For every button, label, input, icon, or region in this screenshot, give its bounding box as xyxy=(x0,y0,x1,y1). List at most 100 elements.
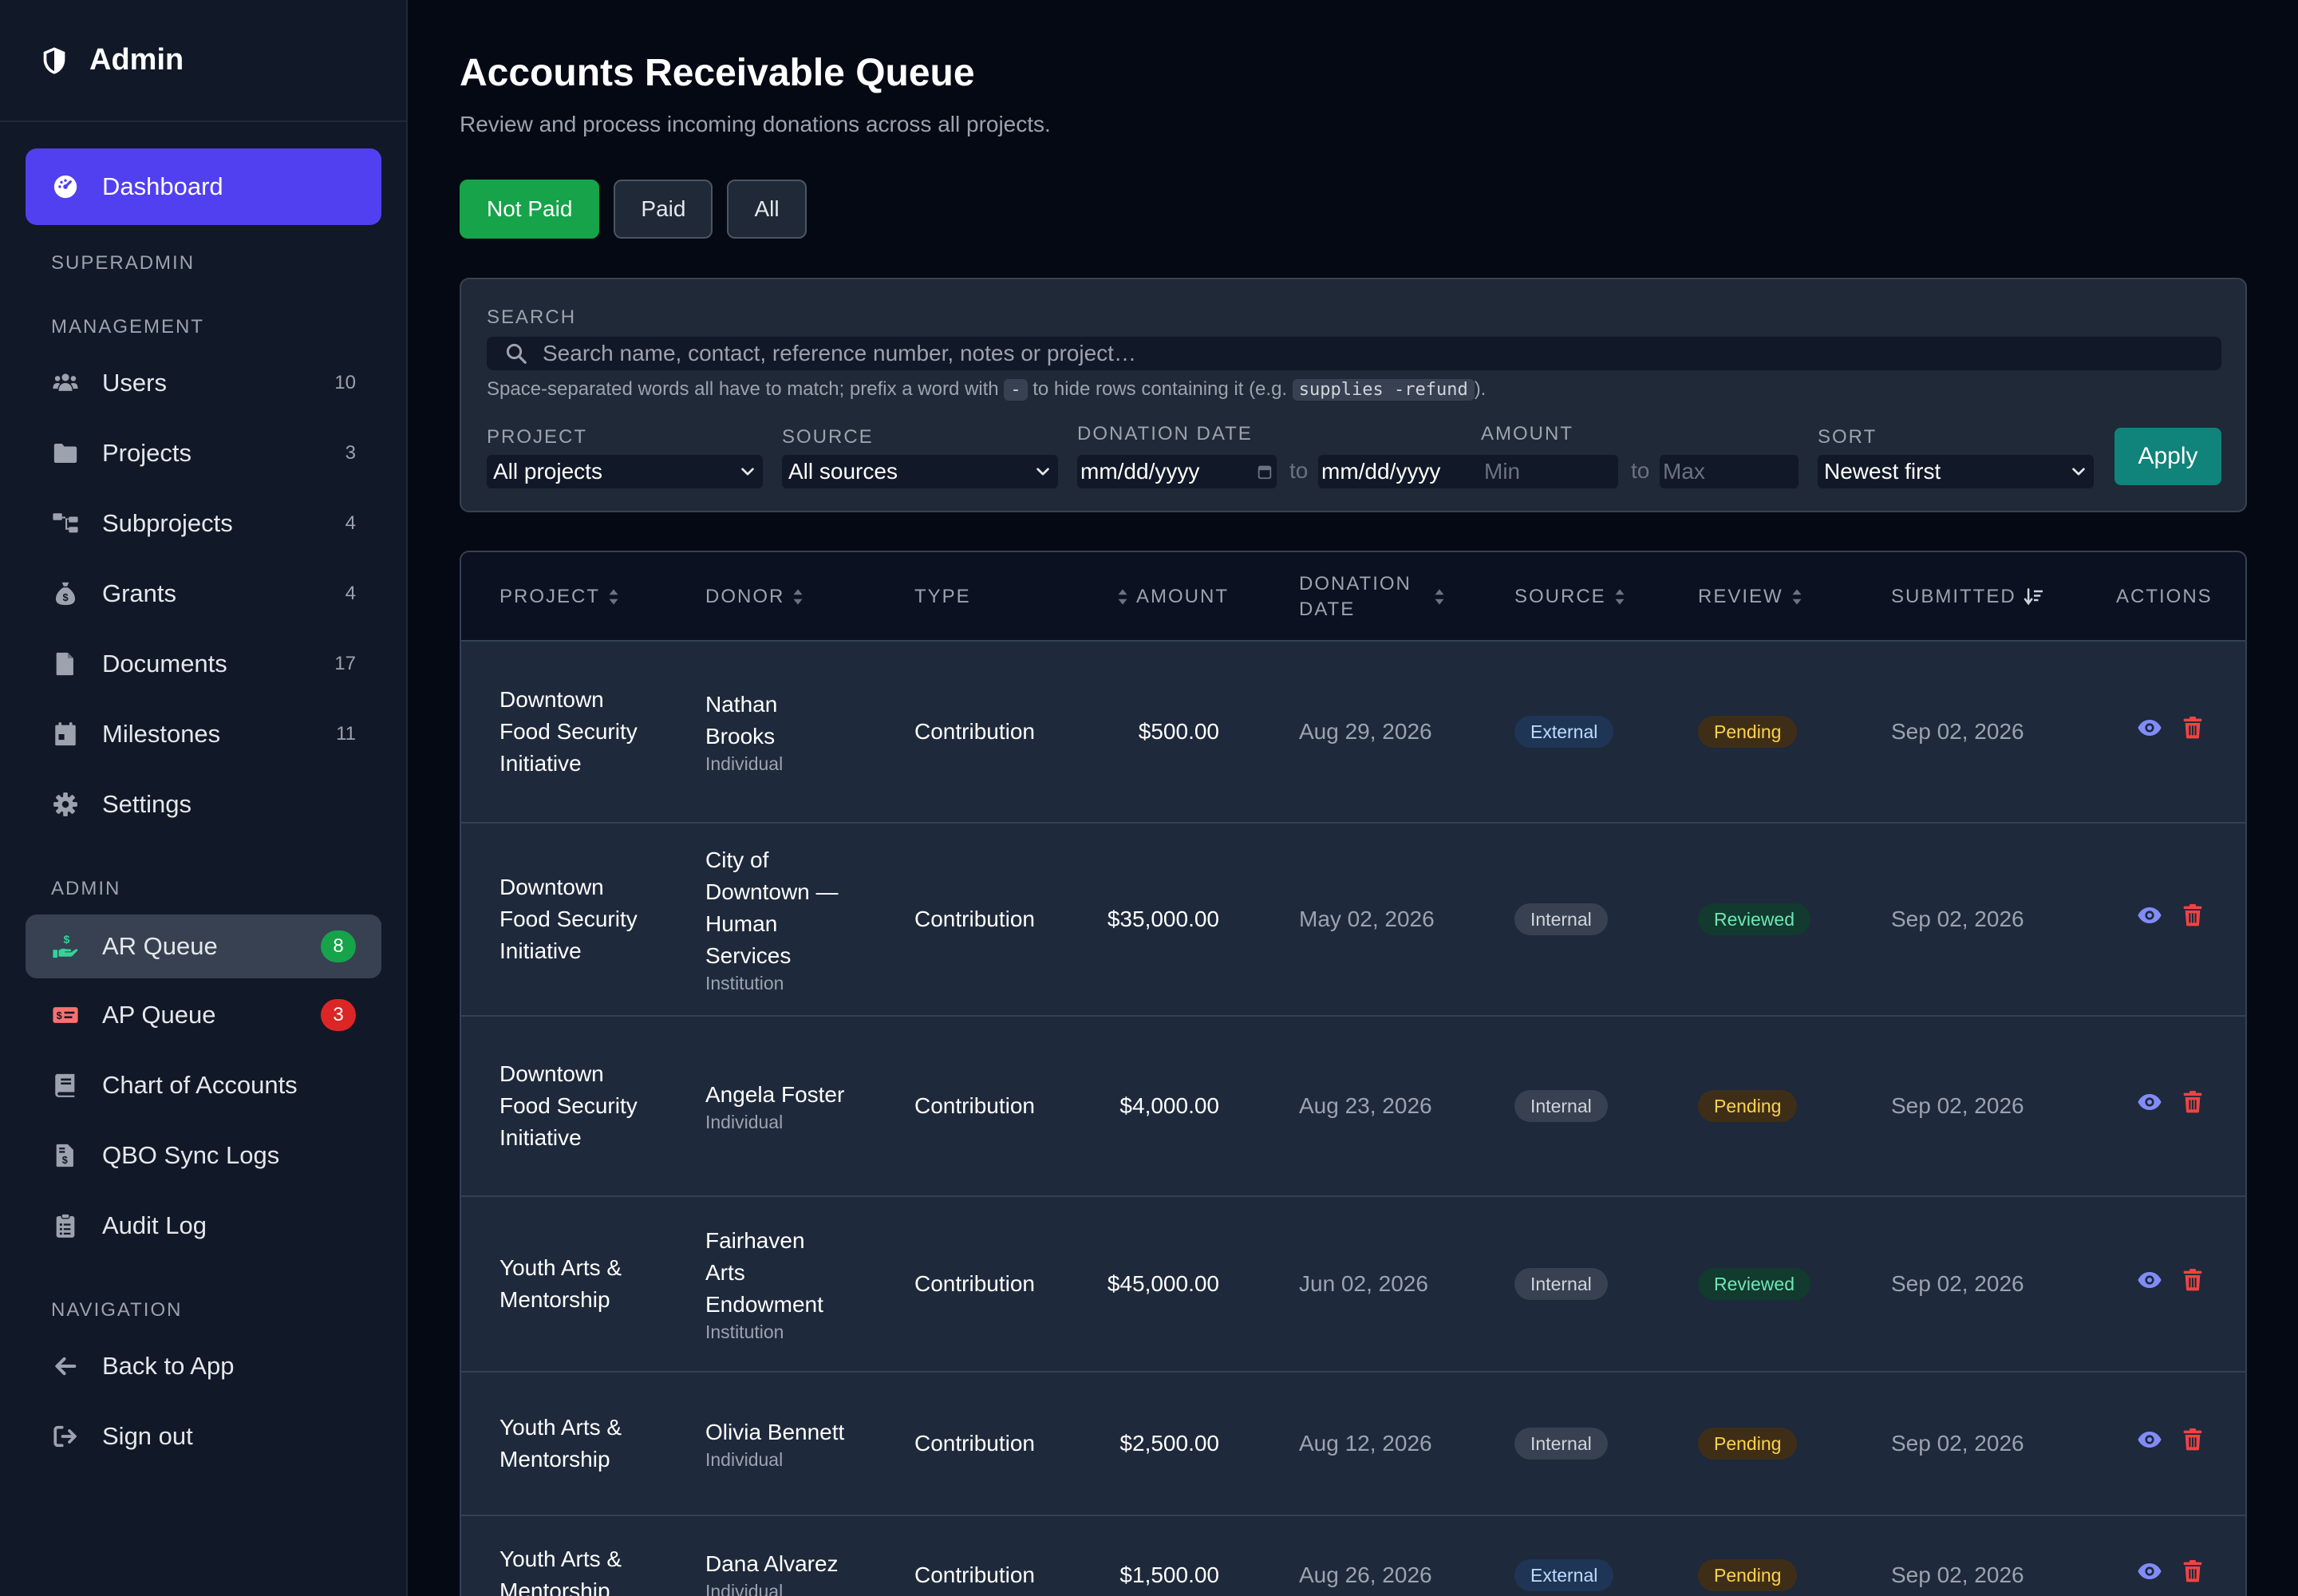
sidebar-item-subprojects[interactable]: Subprojects 4 xyxy=(26,485,381,562)
donor-name: Dana Alvarez xyxy=(705,1551,839,1576)
sidebar-item-ap-queue[interactable]: $ AP Queue 3 xyxy=(26,977,381,1053)
column-label: SOURCE xyxy=(1514,586,1606,607)
column-header-project[interactable]: PROJECT xyxy=(499,552,621,642)
sidebar-item-back-to-app[interactable]: Back to App xyxy=(26,1328,381,1404)
amount-min-input[interactable]: Min xyxy=(1481,455,1618,488)
sidebar-item-projects[interactable]: Projects 3 xyxy=(26,415,381,492)
sidebar-item-documents[interactable]: Documents 17 xyxy=(26,626,381,702)
sidebar-item-dashboard[interactable]: Dashboard xyxy=(26,148,381,225)
eye-icon xyxy=(2138,1271,2162,1288)
money-check-icon: $ xyxy=(51,1001,80,1029)
submitted-date: Sep 02, 2026 xyxy=(1891,1431,2024,1456)
cell-project: Downtown Food Security Initiative xyxy=(499,642,659,822)
cell-project: Youth Arts & Mentorship xyxy=(499,1516,659,1596)
delete-button[interactable] xyxy=(2180,1427,2205,1461)
eye-icon xyxy=(2138,1431,2162,1448)
count: 3 xyxy=(345,442,356,464)
table-row[interactable]: Downtown Food Security Initiative Nathan … xyxy=(461,642,2245,824)
donation-amount: $2,500.00 xyxy=(1119,1431,1219,1456)
delete-button[interactable] xyxy=(2180,1558,2205,1593)
sidebar-item-chart-of-accounts[interactable]: Chart of Accounts xyxy=(26,1047,381,1124)
column-label: PROJECT xyxy=(499,586,601,607)
sort-icon xyxy=(1615,589,1625,605)
table-row[interactable]: Youth Arts & Mentorship Fairhaven Arts En… xyxy=(461,1197,2245,1373)
delete-button[interactable] xyxy=(2180,1267,2205,1302)
donation-amount: $35,000.00 xyxy=(1107,907,1219,931)
view-button[interactable] xyxy=(2137,903,2162,937)
amount-max-input[interactable]: Max xyxy=(1660,455,1799,488)
cell-donor: Olivia Bennett Individual xyxy=(705,1373,849,1515)
sidebar-item-grants[interactable]: $ Grants 4 xyxy=(26,555,381,632)
view-button[interactable] xyxy=(2137,1427,2162,1461)
chevron-down-icon xyxy=(1036,468,1049,476)
submitted-date: Sep 02, 2026 xyxy=(1891,1562,2024,1587)
sort-icon xyxy=(609,589,618,605)
cell-donation-date: Aug 12, 2026 xyxy=(1299,1373,1475,1515)
svg-text:$: $ xyxy=(62,1154,68,1166)
donation-amount: $1,500.00 xyxy=(1119,1562,1219,1587)
sidebar-item-ar-queue[interactable]: $ AR Queue 8 xyxy=(26,915,381,978)
column-label: DONATION DATE xyxy=(1299,571,1412,622)
cell-submitted: Sep 02, 2026 xyxy=(1891,1373,2083,1515)
tab-not-paid[interactable]: Not Paid xyxy=(460,180,600,239)
column-header-amount[interactable]: AMOUNT xyxy=(1115,552,1229,642)
view-button[interactable] xyxy=(2137,1089,2162,1124)
sidebar-item-users[interactable]: Users 10 xyxy=(26,345,381,421)
column-header-donor[interactable]: DONOR xyxy=(705,552,805,642)
tab-paid[interactable]: Paid xyxy=(614,180,713,239)
project-select[interactable]: All projects xyxy=(487,455,763,488)
delete-button[interactable] xyxy=(2180,903,2205,937)
donor-name: Angela Foster xyxy=(705,1082,845,1107)
money-bag-icon: $ xyxy=(51,579,80,608)
column-header-submitted[interactable]: SUBMITTED xyxy=(1891,552,2045,642)
cell-donation-date: May 02, 2026 xyxy=(1299,824,1475,1015)
sort-select[interactable]: Newest first xyxy=(1818,455,2094,488)
delete-button[interactable] xyxy=(2180,1089,2205,1124)
sidebar-item-settings[interactable]: Settings xyxy=(26,766,381,843)
sidebar-item-label: Grants xyxy=(102,579,177,607)
table-row[interactable]: Youth Arts & Mentorship Dana Alvarez Indiv… xyxy=(461,1516,2245,1596)
source-badge: External xyxy=(1514,716,1614,748)
calendar-icon[interactable] xyxy=(1256,463,1273,480)
tab-all[interactable]: All xyxy=(727,180,807,239)
sidebar-item-qbo-sync-logs[interactable]: $ QBO Sync Logs xyxy=(26,1117,381,1194)
cell-source: Internal xyxy=(1514,824,1674,1015)
source-badge: Internal xyxy=(1514,903,1608,935)
sidebar-item-audit-log[interactable]: Audit Log xyxy=(26,1187,381,1264)
column-header-review[interactable]: REVIEW xyxy=(1698,552,1804,642)
column-label: ACTIONS xyxy=(2116,586,2213,607)
view-button[interactable] xyxy=(2137,1558,2162,1593)
submitted-date: Sep 02, 2026 xyxy=(1891,907,2024,931)
chevron-down-icon xyxy=(2072,468,2085,476)
table-row[interactable]: Youth Arts & Mentorship Olivia Bennett Ind… xyxy=(461,1373,2245,1516)
sidebar-item-milestones[interactable]: Milestones 11 xyxy=(26,696,381,772)
delete-button[interactable] xyxy=(2180,715,2205,749)
view-button[interactable] xyxy=(2137,1267,2162,1302)
view-button[interactable] xyxy=(2137,715,2162,749)
search-input[interactable] xyxy=(543,341,2221,366)
sidebar-item-sign-out[interactable]: Sign out xyxy=(26,1398,381,1475)
hint-text: Space-separated words all have to match;… xyxy=(487,378,1005,400)
search-box[interactable] xyxy=(487,337,2221,370)
column-header-donation-date[interactable]: DONATION DATE xyxy=(1299,552,1447,642)
table-row[interactable]: Downtown Food Security Initiative City of… xyxy=(461,824,2245,1017)
page-subtitle: Review and process incoming donations ac… xyxy=(460,112,1051,136)
cell-source: External xyxy=(1514,642,1674,822)
trash-icon xyxy=(2183,903,2202,926)
date-from-input[interactable]: mm/dd/yyyy xyxy=(1077,455,1277,488)
apply-button[interactable]: Apply xyxy=(2114,428,2221,485)
table-row[interactable]: Downtown Food Security Initiative Angela … xyxy=(461,1017,2245,1197)
cell-project: Downtown Food Security Initiative xyxy=(499,824,659,1015)
project-label: PROJECT xyxy=(487,426,588,448)
review-status-badge: Pending xyxy=(1698,1090,1798,1122)
brand[interactable]: Admin xyxy=(0,0,406,122)
donation-amount: $4,000.00 xyxy=(1119,1093,1219,1118)
column-header-source[interactable]: SOURCE xyxy=(1514,552,1627,642)
cell-donor: Dana Alvarez Individual xyxy=(705,1516,849,1596)
sort-label: SORT xyxy=(1818,426,1877,448)
submitted-date: Sep 02, 2026 xyxy=(1891,1271,2024,1296)
cell-source: Internal xyxy=(1514,1373,1674,1515)
source-select[interactable]: All sources xyxy=(782,455,1058,488)
shield-icon xyxy=(43,46,65,74)
cell-project: Youth Arts & Mentorship xyxy=(499,1197,659,1371)
